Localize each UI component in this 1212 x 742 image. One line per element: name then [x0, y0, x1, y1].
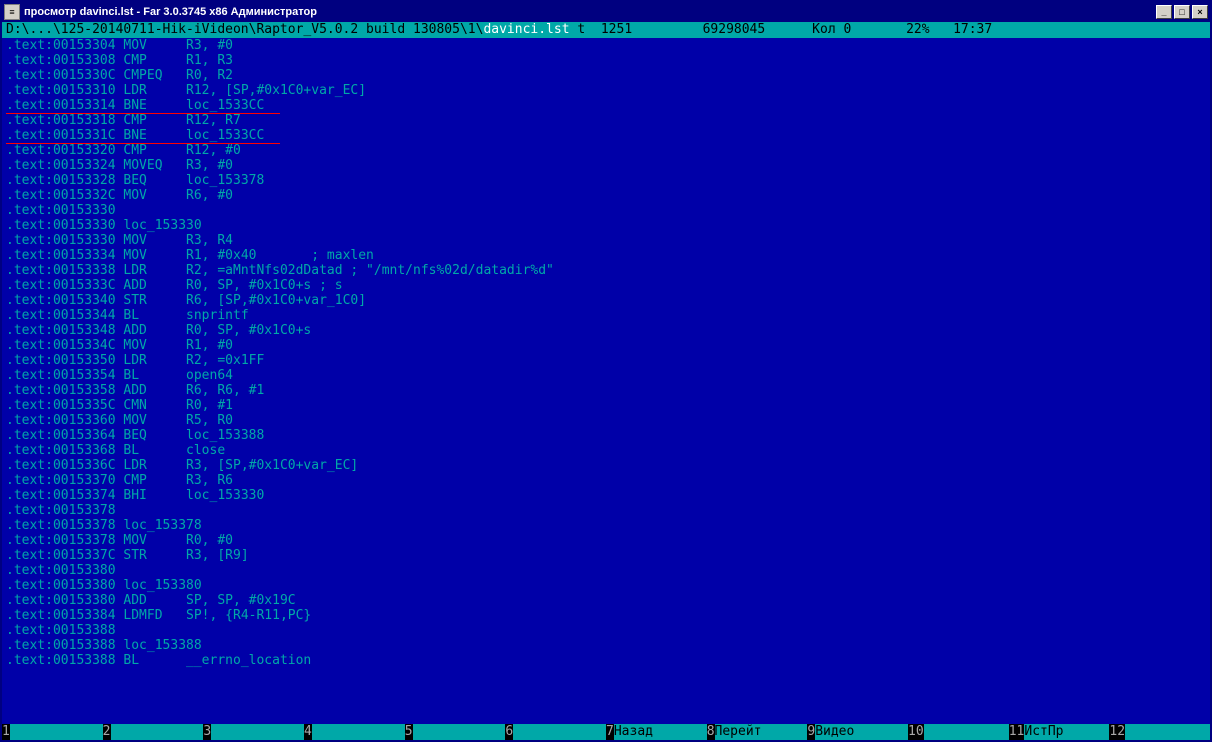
- status-col: Кол 0: [765, 22, 851, 37]
- status-time: 17:37: [930, 22, 993, 37]
- code-line: .text:00153360 MOV R5, R0: [6, 413, 1206, 428]
- viewer-content[interactable]: .text:00153304 MOV R3, #0.text:00153308 …: [2, 38, 1210, 724]
- code-line: .text:00153370 CMP R3, R6: [6, 473, 1206, 488]
- fkey-4[interactable]: 4: [304, 724, 405, 740]
- code-line: .text:00153364 BEQ loc_153388: [6, 428, 1206, 443]
- status-path: D:\...\125-20140711-Hik-iVideon\Raptor_V…: [6, 22, 483, 37]
- code-line: .text:0015334C MOV R1, #0: [6, 338, 1206, 353]
- code-line: .text:00153388 loc_153388: [6, 638, 1206, 653]
- fkey-label: [312, 724, 405, 740]
- fkey-number: 4: [304, 724, 312, 740]
- code-line: .text:00153304 MOV R3, #0: [6, 38, 1206, 53]
- status-filename: davinci.lst: [483, 22, 569, 37]
- code-line: .text:0015333C ADD R0, SP, #0x1C0+s ; s: [6, 278, 1206, 293]
- fkey-number: 2: [103, 724, 111, 740]
- code-line: .text:00153380 ADD SP, SP, #0x19C: [6, 593, 1206, 608]
- close-button[interactable]: ×: [1192, 5, 1208, 19]
- fkey-number: 5: [405, 724, 413, 740]
- code-line: .text:00153378: [6, 503, 1206, 518]
- status-mode: t: [570, 22, 601, 37]
- code-line: .text:00153388: [6, 623, 1206, 638]
- code-line: .text:00153374 BHI loc_153330: [6, 488, 1206, 503]
- fkey-label: Назад: [614, 724, 707, 740]
- fkey-2[interactable]: 2: [103, 724, 204, 740]
- fkey-number: 3: [203, 724, 211, 740]
- code-line: .text:00153310 LDR R12, [SP,#0x1C0+var_E…: [6, 83, 1206, 98]
- fkey-8[interactable]: 8Перейт: [707, 724, 808, 740]
- fkey-label: Перейт: [715, 724, 808, 740]
- code-line: .text:00153338 LDR R2, =aMntNfs02dDatad …: [6, 263, 1206, 278]
- fkey-1[interactable]: 1: [2, 724, 103, 740]
- fkey-label: [413, 724, 506, 740]
- code-line: .text:00153314 BNE loc_1533CC: [6, 98, 1206, 113]
- code-line: .text:00153384 LDMFD SP!, {R4-R11,PC}: [6, 608, 1206, 623]
- code-line: .text:00153358 ADD R6, R6, #1: [6, 383, 1206, 398]
- code-line: .text:0015337C STR R3, [R9]: [6, 548, 1206, 563]
- code-line: .text:00153348 ADD R0, SP, #0x1C0+s: [6, 323, 1206, 338]
- fkey-label: [111, 724, 204, 740]
- fkey-number: 7: [606, 724, 614, 740]
- fkey-number: 6: [505, 724, 513, 740]
- fkey-7[interactable]: 7Назад: [606, 724, 707, 740]
- code-line: .text:00153380: [6, 563, 1206, 578]
- fkey-11[interactable]: 11ИстПр: [1009, 724, 1110, 740]
- fkey-label: [10, 724, 103, 740]
- window-title: просмотр davinci.lst - Far 3.0.3745 x86 …: [24, 6, 1156, 18]
- fkey-10[interactable]: 10: [908, 724, 1009, 740]
- code-line: .text:0015335C CMN R0, #1: [6, 398, 1206, 413]
- viewer-status-line: D:\...\125-20140711-Hik-iVideon\Raptor_V…: [2, 22, 1210, 38]
- fkey-label: [1125, 724, 1210, 740]
- code-line: .text:00153330: [6, 203, 1206, 218]
- fkey-number: 1: [2, 724, 10, 740]
- fkey-number: 8: [707, 724, 715, 740]
- fkey-number: 10: [908, 724, 924, 740]
- fkey-label: [211, 724, 304, 740]
- status-size: 69298045: [632, 22, 765, 37]
- fkey-label: [513, 724, 606, 740]
- fkey-label: ИстПр: [1024, 724, 1109, 740]
- fkey-9[interactable]: 9Видео: [807, 724, 908, 740]
- code-line: .text:00153324 MOVEQ R3, #0: [6, 158, 1206, 173]
- code-line: .text:00153378 MOV R0, #0: [6, 533, 1206, 548]
- fkey-number: 9: [807, 724, 815, 740]
- code-line: .text:0015330C CMPEQ R0, R2: [6, 68, 1206, 83]
- fkey-number: 12: [1109, 724, 1125, 740]
- status-codepage: 1251: [601, 22, 632, 37]
- code-line: .text:00153320 CMP R12, #0: [6, 143, 1206, 158]
- far-manager-window: ≡ просмотр davinci.lst - Far 3.0.3745 x8…: [0, 0, 1212, 742]
- code-line: .text:00153334 MOV R1, #0x40 ; maxlen: [6, 248, 1206, 263]
- fkey-label: [924, 724, 1009, 740]
- app-icon: ≡: [4, 4, 20, 20]
- code-line: .text:00153328 BEQ loc_153378: [6, 173, 1206, 188]
- code-line: .text:00153318 CMP R12, R7: [6, 113, 1206, 128]
- code-line: .text:00153330 loc_153330: [6, 218, 1206, 233]
- code-line: .text:00153330 MOV R3, R4: [6, 233, 1206, 248]
- window-buttons: _ □ ×: [1156, 5, 1208, 19]
- titlebar[interactable]: ≡ просмотр davinci.lst - Far 3.0.3745 x8…: [2, 2, 1210, 22]
- fkey-number: 11: [1009, 724, 1025, 740]
- fkey-5[interactable]: 5: [405, 724, 506, 740]
- maximize-button[interactable]: □: [1174, 5, 1190, 19]
- code-line: .text:00153308 CMP R1, R3: [6, 53, 1206, 68]
- code-line: .text:0015332C MOV R6, #0: [6, 188, 1206, 203]
- code-line: .text:00153340 STR R6, [SP,#0x1C0+var_1C…: [6, 293, 1206, 308]
- code-line: .text:00153350 LDR R2, =0x1FF: [6, 353, 1206, 368]
- code-line: .text:00153378 loc_153378: [6, 518, 1206, 533]
- code-line: .text:00153388 BL __errno_location: [6, 653, 1206, 668]
- code-line: .text:00153368 BL close: [6, 443, 1206, 458]
- fkey-12[interactable]: 12: [1109, 724, 1210, 740]
- code-line: .text:00153344 BL snprintf: [6, 308, 1206, 323]
- code-line: .text:00153354 BL open64: [6, 368, 1206, 383]
- minimize-button[interactable]: _: [1156, 5, 1172, 19]
- code-line: .text:0015331C BNE loc_1533CC: [6, 128, 1206, 143]
- code-line: .text:00153380 loc_153380: [6, 578, 1206, 593]
- function-key-bar[interactable]: 1 2 3 4 5 6 7Назад 8Перейт9Видео 10 11Ис…: [2, 724, 1210, 740]
- status-percent: 22%: [851, 22, 929, 37]
- fkey-label: Видео: [815, 724, 908, 740]
- fkey-3[interactable]: 3: [203, 724, 304, 740]
- fkey-6[interactable]: 6: [505, 724, 606, 740]
- code-line: .text:0015336C LDR R3, [SP,#0x1C0+var_EC…: [6, 458, 1206, 473]
